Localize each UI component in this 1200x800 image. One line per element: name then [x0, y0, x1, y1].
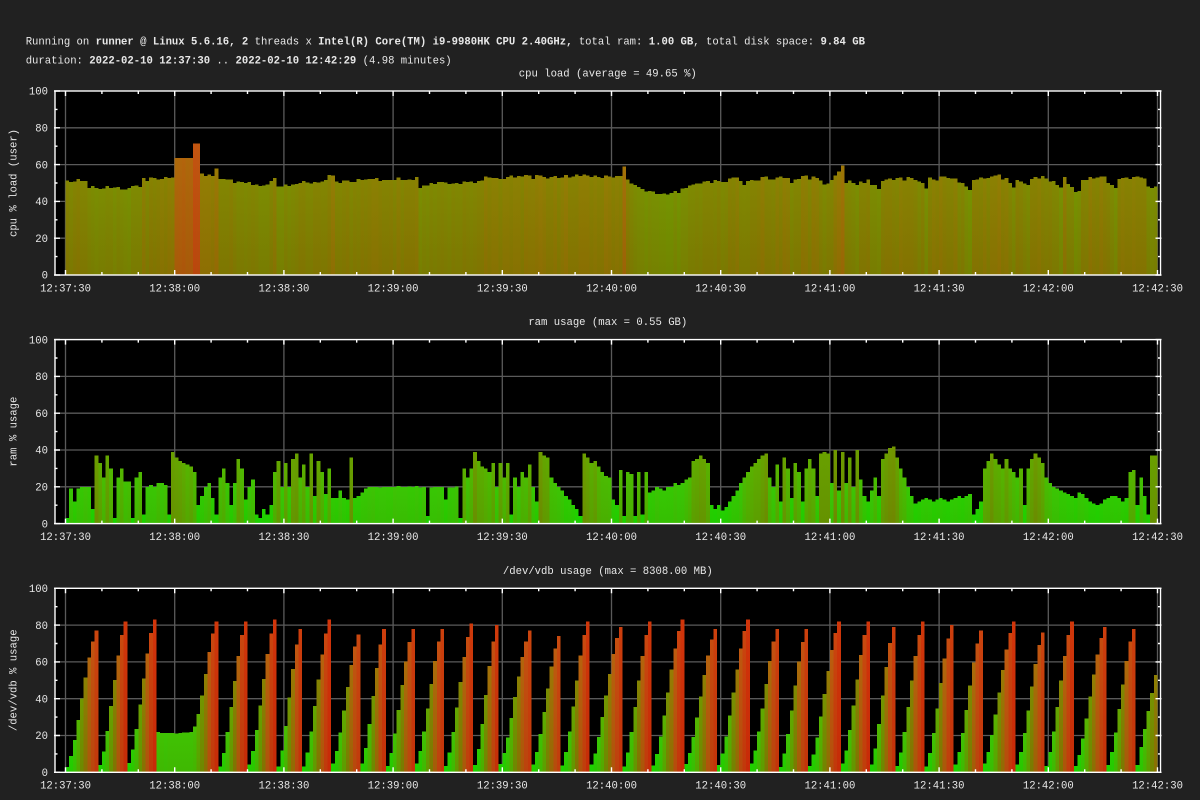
svg-text:80: 80: [35, 621, 48, 633]
svg-text:40: 40: [35, 694, 48, 706]
svg-text:12:41:00: 12:41:00: [804, 283, 855, 295]
svg-text:cpu load (average = 49.65 %): cpu load (average = 49.65 %): [519, 69, 697, 81]
svg-text:12:39:00: 12:39:00: [368, 532, 419, 544]
svg-text:12:38:30: 12:38:30: [258, 532, 309, 544]
svg-text:12:42:30: 12:42:30: [1132, 532, 1183, 544]
svg-text:12:40:00: 12:40:00: [586, 532, 637, 544]
svg-text:0: 0: [42, 271, 48, 283]
svg-text:12:38:00: 12:38:00: [149, 532, 200, 544]
svg-text:60: 60: [35, 409, 48, 421]
svg-text:12:38:00: 12:38:00: [149, 781, 200, 793]
svg-text:cpu % load (user): cpu % load (user): [9, 129, 21, 237]
svg-text:12:41:30: 12:41:30: [914, 532, 965, 544]
svg-text:12:42:30: 12:42:30: [1132, 781, 1183, 793]
svg-text:12:41:30: 12:41:30: [914, 283, 965, 295]
svg-text:12:39:00: 12:39:00: [368, 781, 419, 793]
svg-text:12:42:00: 12:42:00: [1023, 532, 1074, 544]
svg-text:0: 0: [42, 768, 48, 780]
svg-text:12:40:30: 12:40:30: [695, 283, 746, 295]
svg-text:12:42:30: 12:42:30: [1132, 283, 1183, 295]
svg-text:12:40:00: 12:40:00: [586, 283, 637, 295]
svg-text:12:40:30: 12:40:30: [695, 781, 746, 793]
svg-text:12:39:30: 12:39:30: [477, 532, 528, 544]
svg-text:12:38:30: 12:38:30: [258, 781, 309, 793]
svg-text:12:37:30: 12:37:30: [40, 532, 91, 544]
svg-text:12:41:00: 12:41:00: [804, 532, 855, 544]
svg-text:12:39:00: 12:39:00: [368, 283, 419, 295]
svg-text:80: 80: [35, 372, 48, 384]
svg-text:12:39:30: 12:39:30: [477, 781, 528, 793]
svg-text:12:41:30: 12:41:30: [914, 781, 965, 793]
svg-text:20: 20: [35, 483, 48, 495]
svg-text:12:41:00: 12:41:00: [804, 781, 855, 793]
svg-text:100: 100: [29, 87, 48, 99]
svg-text:20: 20: [35, 234, 48, 246]
svg-text:12:37:30: 12:37:30: [40, 283, 91, 295]
svg-text:80: 80: [35, 124, 48, 136]
svg-text:60: 60: [35, 658, 48, 670]
svg-text:60: 60: [35, 160, 48, 172]
svg-text:/dev/vdb usage (max = 8308.00: /dev/vdb usage (max = 8308.00 MB): [503, 566, 713, 578]
svg-text:ram % usage: ram % usage: [9, 397, 21, 467]
svg-text:100: 100: [29, 335, 48, 347]
svg-text:/dev/vdb % usage: /dev/vdb % usage: [9, 629, 21, 731]
svg-text:40: 40: [35, 197, 48, 209]
svg-text:40: 40: [35, 446, 48, 458]
svg-text:Running on runner @ Linux 5.6.: Running on runner @ Linux 5.6.16, 2 thre…: [26, 37, 866, 49]
svg-text:12:40:30: 12:40:30: [695, 532, 746, 544]
svg-text:12:42:00: 12:42:00: [1023, 283, 1074, 295]
svg-text:20: 20: [35, 731, 48, 743]
svg-text:12:37:30: 12:37:30: [40, 781, 91, 793]
svg-text:12:42:00: 12:42:00: [1023, 781, 1074, 793]
svg-text:12:38:30: 12:38:30: [258, 283, 309, 295]
svg-text:ram usage (max = 0.55 GB): ram usage (max = 0.55 GB): [528, 317, 687, 329]
svg-text:12:40:00: 12:40:00: [586, 781, 637, 793]
svg-text:12:39:30: 12:39:30: [477, 283, 528, 295]
svg-text:0: 0: [42, 519, 48, 531]
svg-text:duration: 2022-02-10 12:37:30: duration: 2022-02-10 12:37:30 .. 2022-02…: [26, 55, 452, 67]
svg-text:12:38:00: 12:38:00: [149, 283, 200, 295]
svg-text:100: 100: [29, 584, 48, 596]
